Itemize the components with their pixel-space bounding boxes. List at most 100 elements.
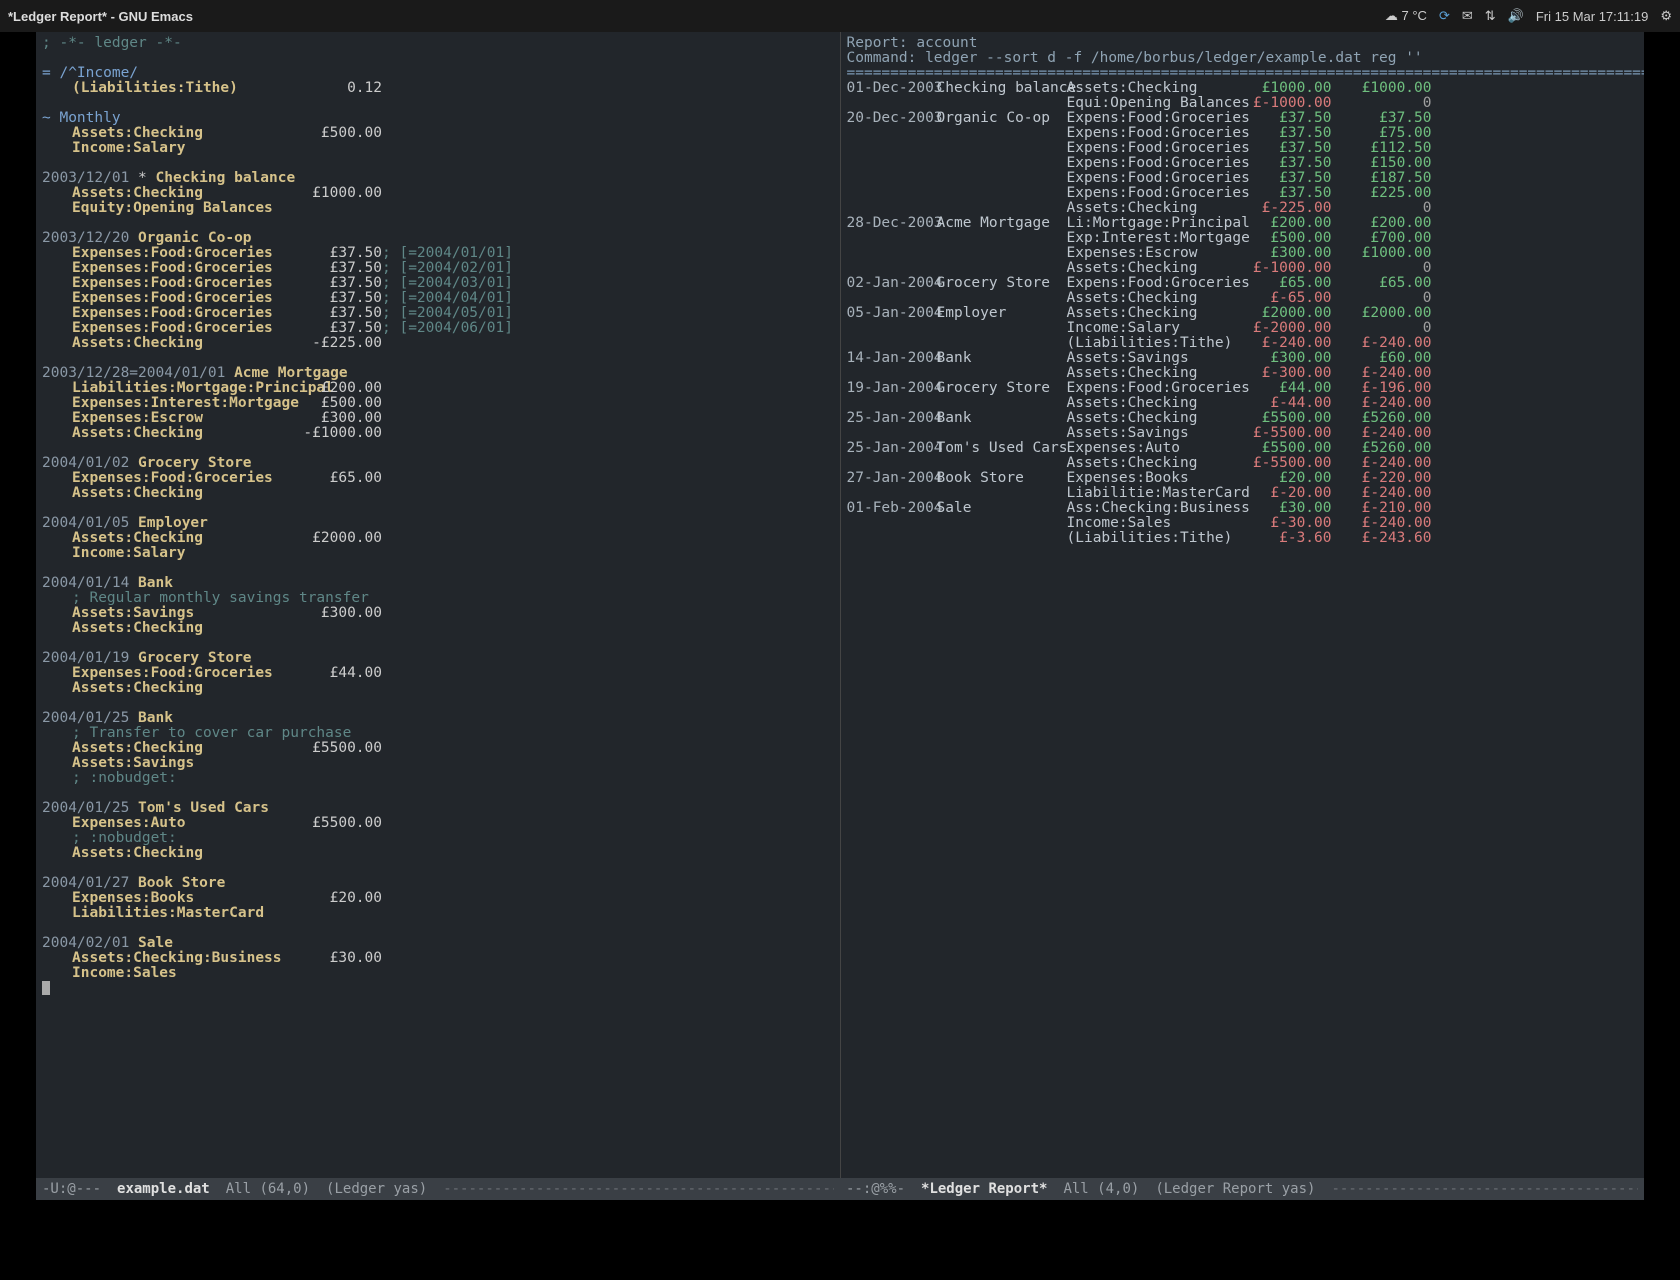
source-line[interactable]: 2004/01/02 Grocery Store <box>42 456 834 471</box>
ledger-source-buffer[interactable]: ; -*- ledger -*- = /^Income/(Liabilities… <box>36 32 841 1178</box>
source-line[interactable]: (Liabilities:Tithe)0.12 <box>42 81 834 96</box>
source-line[interactable]: Income:Sales <box>42 966 834 981</box>
source-line[interactable]: ; :nobudget: <box>42 831 834 846</box>
network-icon[interactable]: ⇅ <box>1485 8 1496 24</box>
report-row[interactable]: Assets:Savings£-5500.00£-240.00 <box>847 426 1639 441</box>
report-row[interactable]: 05-Jan-2004EmployerAssets:Checking£2000.… <box>847 306 1639 321</box>
source-line[interactable]: 2004/01/19 Grocery Store <box>42 651 834 666</box>
source-line[interactable]: Assets:Checking <box>42 681 834 696</box>
source-line[interactable]: Expenses:Auto£5500.00 <box>42 816 834 831</box>
source-line[interactable]: ~ Monthly <box>42 111 834 126</box>
report-row[interactable]: 01-Feb-2004SaleAss:Checking:Business£30.… <box>847 501 1639 516</box>
source-line[interactable]: 2003/12/01 * Checking balance <box>42 171 834 186</box>
report-row[interactable]: Exp:Interest:Mortgage£500.00£700.00 <box>847 231 1639 246</box>
report-row[interactable]: 02-Jan-2004Grocery StoreExpens:Food:Groc… <box>847 276 1639 291</box>
source-line[interactable]: ; -*- ledger -*- <box>42 36 834 51</box>
report-row[interactable]: Expens:Food:Groceries£37.50£187.50 <box>847 171 1639 186</box>
source-line[interactable] <box>42 861 834 876</box>
source-line[interactable]: Expenses:Food:Groceries£37.50 ; [=2004/0… <box>42 276 834 291</box>
source-line[interactable]: Expenses:Escrow£300.00 <box>42 411 834 426</box>
source-line[interactable]: Expenses:Interest:Mortgage£500.00 <box>42 396 834 411</box>
source-line[interactable]: 2004/01/25 Bank <box>42 711 834 726</box>
source-line[interactable] <box>42 786 834 801</box>
report-row[interactable]: Income:Sales£-30.00£-240.00 <box>847 516 1639 531</box>
source-line[interactable]: Liabilities:Mortgage:Principal£200.00 <box>42 381 834 396</box>
source-line[interactable]: 2004/01/25 Tom's Used Cars <box>42 801 834 816</box>
source-line[interactable]: Income:Salary <box>42 141 834 156</box>
source-line[interactable] <box>42 216 834 231</box>
source-line[interactable]: ; :nobudget: <box>42 771 834 786</box>
report-row[interactable]: (Liabilities:Tithe)£-3.60£-243.60 <box>847 531 1639 546</box>
source-line[interactable]: 2003/12/20 Organic Co-op <box>42 231 834 246</box>
report-row[interactable]: Expenses:Escrow£300.00£1000.00 <box>847 246 1639 261</box>
source-line[interactable]: Expenses:Food:Groceries£37.50 ; [=2004/0… <box>42 246 834 261</box>
report-row[interactable]: Assets:Checking£-65.000 <box>847 291 1639 306</box>
source-line[interactable]: Expenses:Food:Groceries£37.50 ; [=2004/0… <box>42 306 834 321</box>
report-row[interactable]: Assets:Checking£-5500.00£-240.00 <box>847 456 1639 471</box>
report-row[interactable]: 01-Dec-2003Checking balanceAssets:Checki… <box>847 81 1639 96</box>
source-line[interactable]: Expenses:Books£20.00 <box>42 891 834 906</box>
source-line[interactable]: 2004/01/05 Employer <box>42 516 834 531</box>
source-line[interactable]: ; Transfer to cover car purchase <box>42 726 834 741</box>
settings-gear-icon[interactable]: ⚙ <box>1660 8 1672 24</box>
report-row[interactable]: Assets:Checking£-300.00£-240.00 <box>847 366 1639 381</box>
source-line[interactable]: Assets:Checking:Business£30.00 <box>42 951 834 966</box>
source-line[interactable]: Assets:Checking <box>42 621 834 636</box>
report-row[interactable]: 20-Dec-2003Organic Co-opExpens:Food:Groc… <box>847 111 1639 126</box>
source-line[interactable]: Expenses:Food:Groceries£44.00 <box>42 666 834 681</box>
source-line[interactable]: Assets:Checking£2000.00 <box>42 531 834 546</box>
source-line[interactable]: Assets:Checking£1000.00 <box>42 186 834 201</box>
report-row[interactable]: Expens:Food:Groceries£37.50£112.50 <box>847 141 1639 156</box>
source-line[interactable]: Assets:Checking <box>42 486 834 501</box>
report-row[interactable]: (Liabilities:Tithe)£-240.00£-240.00 <box>847 336 1639 351</box>
volume-icon[interactable]: 🔊 <box>1508 8 1524 24</box>
report-row[interactable]: Assets:Checking£-44.00£-240.00 <box>847 396 1639 411</box>
report-row[interactable]: 25-Jan-2004BankAssets:Checking£5500.00£5… <box>847 411 1639 426</box>
source-line[interactable]: Assets:Checking <box>42 846 834 861</box>
source-line[interactable]: Expenses:Food:Groceries£37.50 ; [=2004/0… <box>42 261 834 276</box>
refresh-icon[interactable]: ⟳ <box>1439 8 1450 24</box>
source-line[interactable]: Liabilities:MasterCard <box>42 906 834 921</box>
source-line[interactable]: Assets:Savings£300.00 <box>42 606 834 621</box>
report-row[interactable]: Assets:Checking£-225.000 <box>847 201 1639 216</box>
source-line[interactable]: Assets:Checking£500.00 <box>42 126 834 141</box>
report-row[interactable]: 14-Jan-2004BankAssets:Savings£300.00£60.… <box>847 351 1639 366</box>
report-row[interactable]: Equi:Opening Balances£-1000.000 <box>847 96 1639 111</box>
source-line[interactable]: 2004/02/01 Sale <box>42 936 834 951</box>
source-line[interactable]: Expenses:Food:Groceries£37.50 ; [=2004/0… <box>42 291 834 306</box>
source-line[interactable]: Assets:Checking-£1000.00 <box>42 426 834 441</box>
source-line[interactable] <box>42 441 834 456</box>
clock[interactable]: Fri 15 Mar 17:11:19 <box>1536 9 1648 24</box>
source-line[interactable] <box>42 156 834 171</box>
source-line[interactable]: Assets:Checking£5500.00 <box>42 741 834 756</box>
source-line[interactable] <box>42 636 834 651</box>
source-line[interactable]: Income:Salary <box>42 546 834 561</box>
source-line[interactable]: 2004/01/14 Bank <box>42 576 834 591</box>
source-line[interactable]: Assets:Savings <box>42 756 834 771</box>
report-row[interactable]: Expens:Food:Groceries£37.50£75.00 <box>847 126 1639 141</box>
report-row[interactable]: 27-Jan-2004Book StoreExpenses:Books£20.0… <box>847 471 1639 486</box>
source-line[interactable]: Equity:Opening Balances <box>42 201 834 216</box>
source-line[interactable]: Expenses:Food:Groceries£37.50 ; [=2004/0… <box>42 321 834 336</box>
weather-indicator[interactable]: ☁ 7 °C <box>1385 8 1427 24</box>
source-line[interactable] <box>42 561 834 576</box>
source-line[interactable] <box>42 501 834 516</box>
report-row[interactable]: Assets:Checking£-1000.000 <box>847 261 1639 276</box>
source-line[interactable]: Expenses:Food:Groceries£65.00 <box>42 471 834 486</box>
report-row[interactable]: Expens:Food:Groceries£37.50£150.00 <box>847 156 1639 171</box>
report-row[interactable]: 25-Jan-2004Tom's Used CarsExpenses:Auto£… <box>847 441 1639 456</box>
source-line[interactable] <box>42 96 834 111</box>
report-row[interactable]: 19-Jan-2004Grocery StoreExpens:Food:Groc… <box>847 381 1639 396</box>
report-row[interactable]: 28-Dec-2003Acme MortgageLi:Mortgage:Prin… <box>847 216 1639 231</box>
source-line[interactable]: ; Regular monthly savings transfer <box>42 591 834 606</box>
source-line[interactable] <box>42 921 834 936</box>
source-line[interactable]: = /^Income/ <box>42 66 834 81</box>
source-line[interactable] <box>42 51 834 66</box>
ledger-report-buffer[interactable]: Report: accountCommand: ledger --sort d … <box>841 32 1645 1178</box>
report-row[interactable]: Income:Salary£-2000.000 <box>847 321 1639 336</box>
source-line[interactable]: 2004/01/27 Book Store <box>42 876 834 891</box>
source-line[interactable] <box>42 696 834 711</box>
mail-icon[interactable]: ✉ <box>1462 8 1473 24</box>
source-line[interactable]: 2003/12/28=2004/01/01 Acme Mortgage <box>42 366 834 381</box>
source-line[interactable]: Assets:Checking-£225.00 <box>42 336 834 351</box>
